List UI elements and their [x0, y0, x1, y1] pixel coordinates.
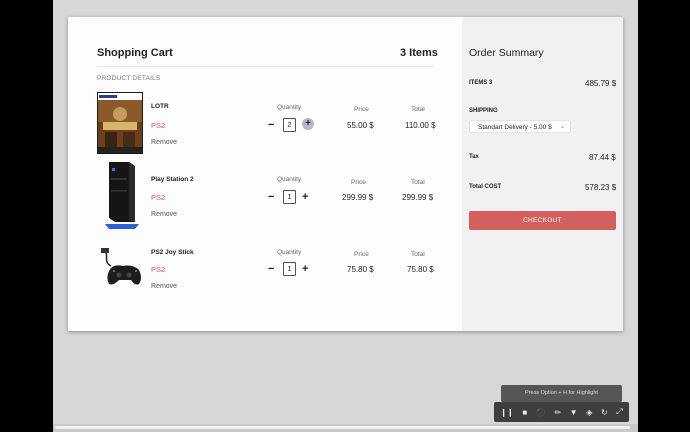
quantity-input[interactable]: 1	[283, 190, 296, 204]
microphone-icon[interactable]: ⚫	[536, 408, 546, 417]
product-image-joystick[interactable]	[99, 246, 145, 288]
product-category: PS2	[151, 265, 166, 274]
product-details-label: PRODUCT DETAILS	[97, 75, 161, 82]
product-name: PS2 Joy Stick	[151, 249, 194, 256]
stop-icon[interactable]: ■	[522, 408, 527, 417]
checkout-button[interactable]: CHECKOUT	[469, 211, 616, 230]
price-label: Price	[354, 251, 369, 258]
eraser-icon[interactable]: ◈	[586, 408, 592, 417]
product-price: 75.80 $	[347, 265, 374, 274]
product-name: Play Station 2	[151, 176, 194, 183]
tax-value: 87.44 $	[589, 153, 616, 162]
scrollbar-thumb[interactable]	[55, 426, 630, 429]
product-total: 299.99 $	[402, 193, 434, 202]
header-divider	[97, 66, 433, 67]
recorder-hint-tooltip: Press Option + H for Highlight	[501, 385, 622, 402]
total-label: Total	[411, 179, 425, 186]
product-price: 55.00 $	[347, 121, 374, 130]
total-label: Total	[411, 251, 425, 258]
quantity-label: Quantity	[277, 176, 302, 183]
decrease-quantity-button[interactable]: −	[268, 264, 274, 275]
shipping-select-value: Standart Delivery - 5.00 $	[478, 124, 552, 131]
restart-icon[interactable]: ↻	[601, 408, 608, 417]
cart-items-count: 3 Items	[400, 47, 438, 59]
remove-button[interactable]: Remove	[151, 283, 177, 290]
product-image-lotr[interactable]	[97, 92, 143, 154]
product-name: LOTR	[151, 103, 169, 110]
summary-title: Order Summary	[469, 47, 544, 59]
price-label: Price	[354, 106, 369, 113]
product-image-playstation[interactable]	[101, 160, 143, 230]
increase-quantity-button[interactable]: +	[302, 192, 308, 203]
tax-label: Tax	[469, 154, 479, 160]
game-cover-image	[97, 92, 143, 154]
highlight-icon[interactable]: ▼	[570, 408, 578, 417]
decrease-quantity-button[interactable]: −	[268, 192, 274, 203]
remove-button[interactable]: Remove	[151, 139, 177, 146]
remove-button[interactable]: Remove	[151, 211, 177, 218]
product-price: 299.99 $	[342, 193, 374, 202]
chevron-down-icon: ⌄	[559, 124, 565, 130]
product-total: 75.80 $	[407, 265, 434, 274]
product-category: PS2	[151, 121, 166, 130]
shipping-select[interactable]: Standart Delivery - 5.00 $ ⌄	[469, 120, 571, 133]
recorder-toolbar: ❙❙ ■ ⚫ ✏ ▼ ◈ ↻ ⤢	[494, 402, 629, 422]
expand-icon[interactable]: ⤢	[616, 407, 622, 417]
total-cost-value: 578.23 $	[585, 183, 617, 192]
scrollbar[interactable]	[53, 424, 638, 432]
product-category: PS2	[151, 193, 166, 202]
quantity-input[interactable]: 1	[283, 262, 296, 276]
increase-quantity-button[interactable]: +	[302, 264, 308, 275]
cart-title: Shopping Cart	[97, 47, 173, 59]
quantity-label: Quantity	[277, 249, 302, 256]
quantity-input[interactable]: 2	[283, 118, 296, 132]
pause-icon[interactable]: ❙❙	[500, 408, 513, 417]
summary-items-label: ITEMS 3	[469, 80, 493, 86]
summary-items-value: 485.79 $	[585, 79, 617, 88]
increase-quantity-button[interactable]: +	[302, 118, 314, 130]
shipping-label: SHIPPING	[469, 108, 498, 114]
product-total: 110.00 $	[405, 121, 436, 130]
quantity-label: Quantity	[277, 104, 302, 111]
total-label: Total	[411, 106, 425, 113]
pen-icon[interactable]: ✏	[554, 408, 561, 417]
total-cost-label: Total COST	[469, 184, 502, 190]
order-summary-panel	[462, 17, 623, 331]
price-label: Price	[351, 179, 366, 186]
console-image	[105, 162, 139, 229]
decrease-quantity-button[interactable]: −	[268, 120, 274, 131]
controller-image	[101, 248, 141, 285]
